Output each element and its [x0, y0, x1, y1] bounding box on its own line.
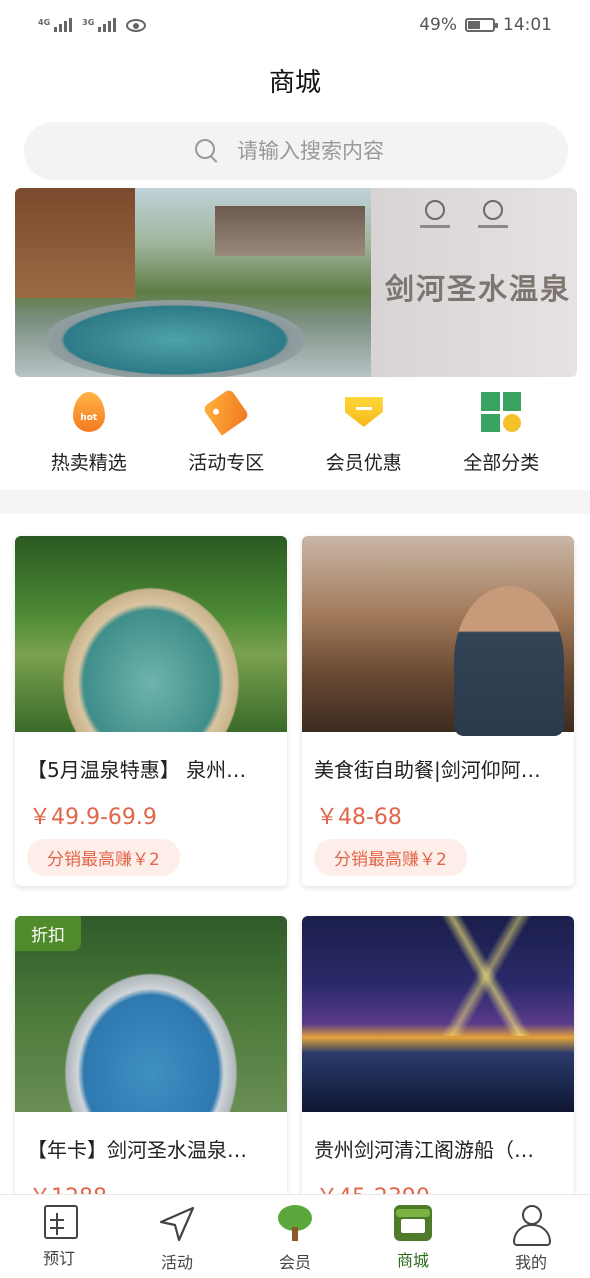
status-left: 4G 3G — [38, 18, 147, 32]
search-bar[interactable] — [24, 122, 568, 180]
quick-entry-label: 全部分类 — [463, 452, 540, 474]
quick-entry-hot[interactable]: hot 热卖精选 — [20, 390, 158, 475]
signal-3g-label: 3G — [82, 18, 95, 27]
product-price: ￥49.9-69.9 — [29, 805, 157, 830]
search-icon — [195, 139, 219, 163]
banner-title: 剑河圣水温泉 — [385, 272, 572, 306]
signal-4g-icon: 4G — [38, 18, 73, 32]
quick-entry-label: 活动专区 — [188, 452, 265, 474]
quick-entry-label: 会员优惠 — [325, 452, 402, 474]
hotel-logo-icon — [420, 200, 450, 232]
product-image — [15, 536, 287, 732]
product-image-light-rays — [422, 916, 572, 1036]
banner-text-panel: 剑河圣水温泉 — [371, 188, 577, 377]
product-card[interactable]: 【5月温泉特惠】 泉州… ￥49.9-69.9 分销最高赚￥2 — [15, 536, 287, 886]
quick-entry-activity[interactable]: 活动专区 — [158, 388, 296, 475]
tag-icon — [202, 388, 250, 436]
product-title: 【年卡】剑河圣水温泉… — [27, 1138, 247, 1162]
signal-3g-icon: 3G — [82, 18, 117, 32]
quick-entry-row: hot 热卖精选 活动专区 会员优惠 全部分类 — [20, 388, 571, 475]
building-icon — [43, 1205, 78, 1239]
bottom-tab-bar: 预订 活动 会员 商城 我的 — [0, 1194, 590, 1278]
section-divider — [0, 490, 590, 514]
quick-entry-label: 热卖精选 — [50, 452, 127, 474]
shop-icon — [394, 1205, 432, 1241]
hot-flame-icon: hot — [67, 390, 111, 434]
tab-mine[interactable]: 我的 — [472, 1195, 590, 1278]
commission-badge: 分销最高赚￥2 — [314, 839, 467, 876]
banner-hot-spring-pool — [45, 300, 305, 377]
product-card[interactable]: 美食街自助餐|剑河仰阿… ￥48-68 分销最高赚￥2 — [302, 536, 574, 886]
battery-icon — [465, 18, 498, 32]
quick-entry-member[interactable]: 会员优惠 — [295, 390, 433, 475]
banner-photo — [15, 188, 371, 377]
product-title: 美食街自助餐|剑河仰阿… — [314, 758, 541, 782]
hot-icon-text: hot — [72, 392, 105, 432]
eye-comfort-icon — [126, 18, 147, 32]
status-bar: 4G 3G 49% 14:01 — [0, 0, 590, 50]
signal-4g-label: 4G — [38, 18, 51, 27]
battery-percent: 49% — [419, 15, 457, 35]
product-card[interactable]: 折扣 【年卡】剑河圣水温泉… ￥1288 — [15, 916, 287, 1216]
banner-logos — [420, 200, 508, 232]
product-price: ￥48-68 — [316, 805, 402, 830]
category-grid-icon — [479, 390, 523, 434]
product-image: 折扣 — [15, 916, 287, 1112]
product-image-person — [454, 586, 564, 736]
commission-badge: 分销最高赚￥2 — [27, 839, 180, 876]
page-title: 商城 — [268, 68, 321, 98]
tab-label: 活动 — [160, 1253, 193, 1272]
tab-activity[interactable]: 活动 — [118, 1195, 236, 1278]
promo-banner[interactable]: 剑河圣水温泉 — [15, 188, 577, 377]
town-logo-icon — [478, 200, 508, 232]
tab-member[interactable]: 会员 — [236, 1195, 354, 1278]
product-title: 【5月温泉特惠】 泉州… — [27, 758, 247, 782]
quick-entry-all-categories[interactable]: 全部分类 — [433, 390, 571, 475]
search-input[interactable] — [237, 139, 397, 163]
tree-icon — [275, 1205, 315, 1243]
product-title: 贵州剑河清江阁游船（… — [314, 1138, 534, 1162]
vip-diamond-icon — [342, 390, 386, 434]
tab-shop[interactable]: 商城 — [354, 1195, 472, 1278]
clock: 14:01 — [503, 15, 552, 35]
status-right: 49% 14:01 — [419, 15, 552, 35]
tab-label: 我的 — [514, 1253, 547, 1272]
navigation-arrow-icon — [159, 1206, 195, 1242]
tab-booking[interactable]: 预订 — [0, 1195, 118, 1278]
tab-label: 商城 — [396, 1251, 429, 1270]
tab-label: 预订 — [42, 1249, 75, 1268]
product-image — [302, 536, 574, 736]
product-card[interactable]: 贵州剑河清江阁游船（… ￥45-2390 — [302, 916, 574, 1216]
product-image — [302, 916, 574, 1112]
user-icon — [511, 1205, 551, 1246]
discount-tag: 折扣 — [15, 916, 81, 951]
banner-house — [15, 188, 135, 298]
tab-label: 会员 — [278, 1253, 311, 1272]
banner-building — [215, 206, 365, 256]
